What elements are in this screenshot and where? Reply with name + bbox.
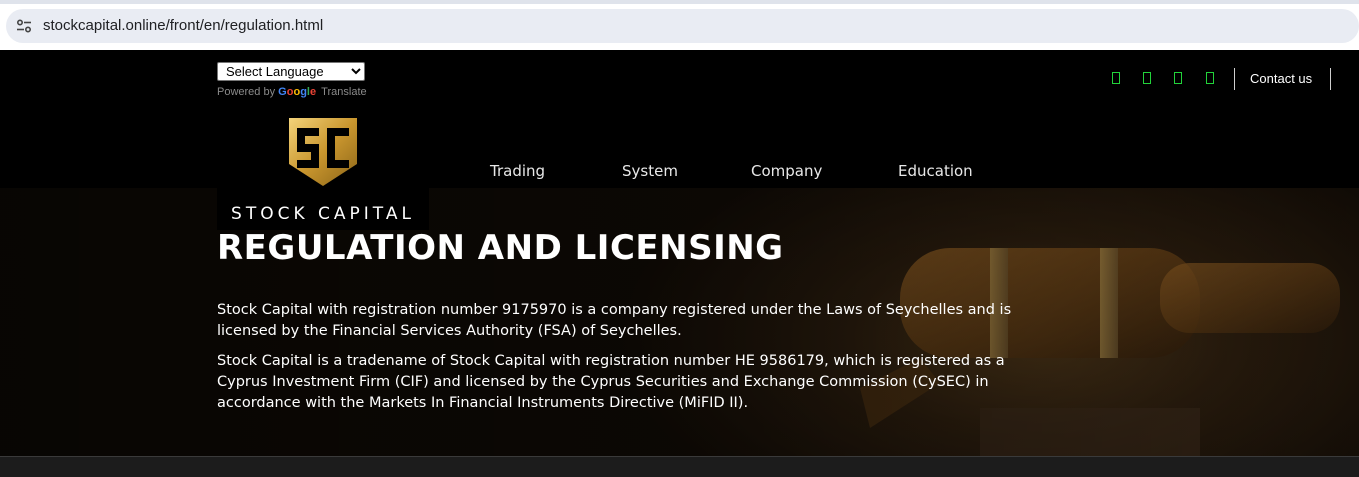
site-logo[interactable]: STOCK CAPITAL <box>217 108 429 230</box>
page-title: REGULATION AND LICENSING <box>217 228 784 268</box>
social-icon-3[interactable] <box>1174 72 1182 84</box>
nav-item-education[interactable]: Education <box>898 162 973 180</box>
google-logo-text: Google <box>278 86 316 98</box>
google-letter: g <box>300 86 307 98</box>
social-icon-4[interactable] <box>1206 72 1214 84</box>
language-select[interactable]: Select Language <box>217 62 365 81</box>
regulation-paragraph-1: Stock Capital with registration number 9… <box>217 302 1012 339</box>
divider <box>1330 68 1331 90</box>
social-icon-1[interactable] <box>1112 72 1120 84</box>
powered-by-google: Powered by Google Translate <box>217 86 367 98</box>
translate-link[interactable]: Translate <box>321 86 366 98</box>
divider <box>1234 68 1235 90</box>
social-icon-2[interactable] <box>1143 72 1151 84</box>
nav-item-company[interactable]: Company <box>751 162 822 180</box>
tune-icon[interactable] <box>16 18 32 34</box>
nav-item-trading[interactable]: Trading <box>490 162 545 180</box>
footer-strip <box>0 456 1359 477</box>
tab-strip <box>0 0 1359 4</box>
page: Select Language Powered by Google Transl… <box>0 50 1359 477</box>
contact-us-link[interactable]: Contact us <box>1250 71 1312 86</box>
regulation-paragraph-2: Stock Capital is a tradename of Stock Ca… <box>217 353 1005 411</box>
google-letter: e <box>309 86 317 98</box>
url-text[interactable]: stockcapital.online/front/en/regulation.… <box>43 17 323 34</box>
logo-text: STOCK CAPITAL <box>231 204 415 224</box>
nav-item-system[interactable]: System <box>622 162 678 180</box>
header-background <box>0 50 1359 188</box>
address-bar[interactable]: stockcapital.online/front/en/regulation.… <box>6 9 1359 43</box>
google-letter: G <box>278 86 287 98</box>
sc-shield-logo-icon <box>289 118 357 186</box>
powered-by-label: Powered by <box>217 86 276 98</box>
browser-toolbar: stockcapital.online/front/en/regulation.… <box>0 0 1359 50</box>
